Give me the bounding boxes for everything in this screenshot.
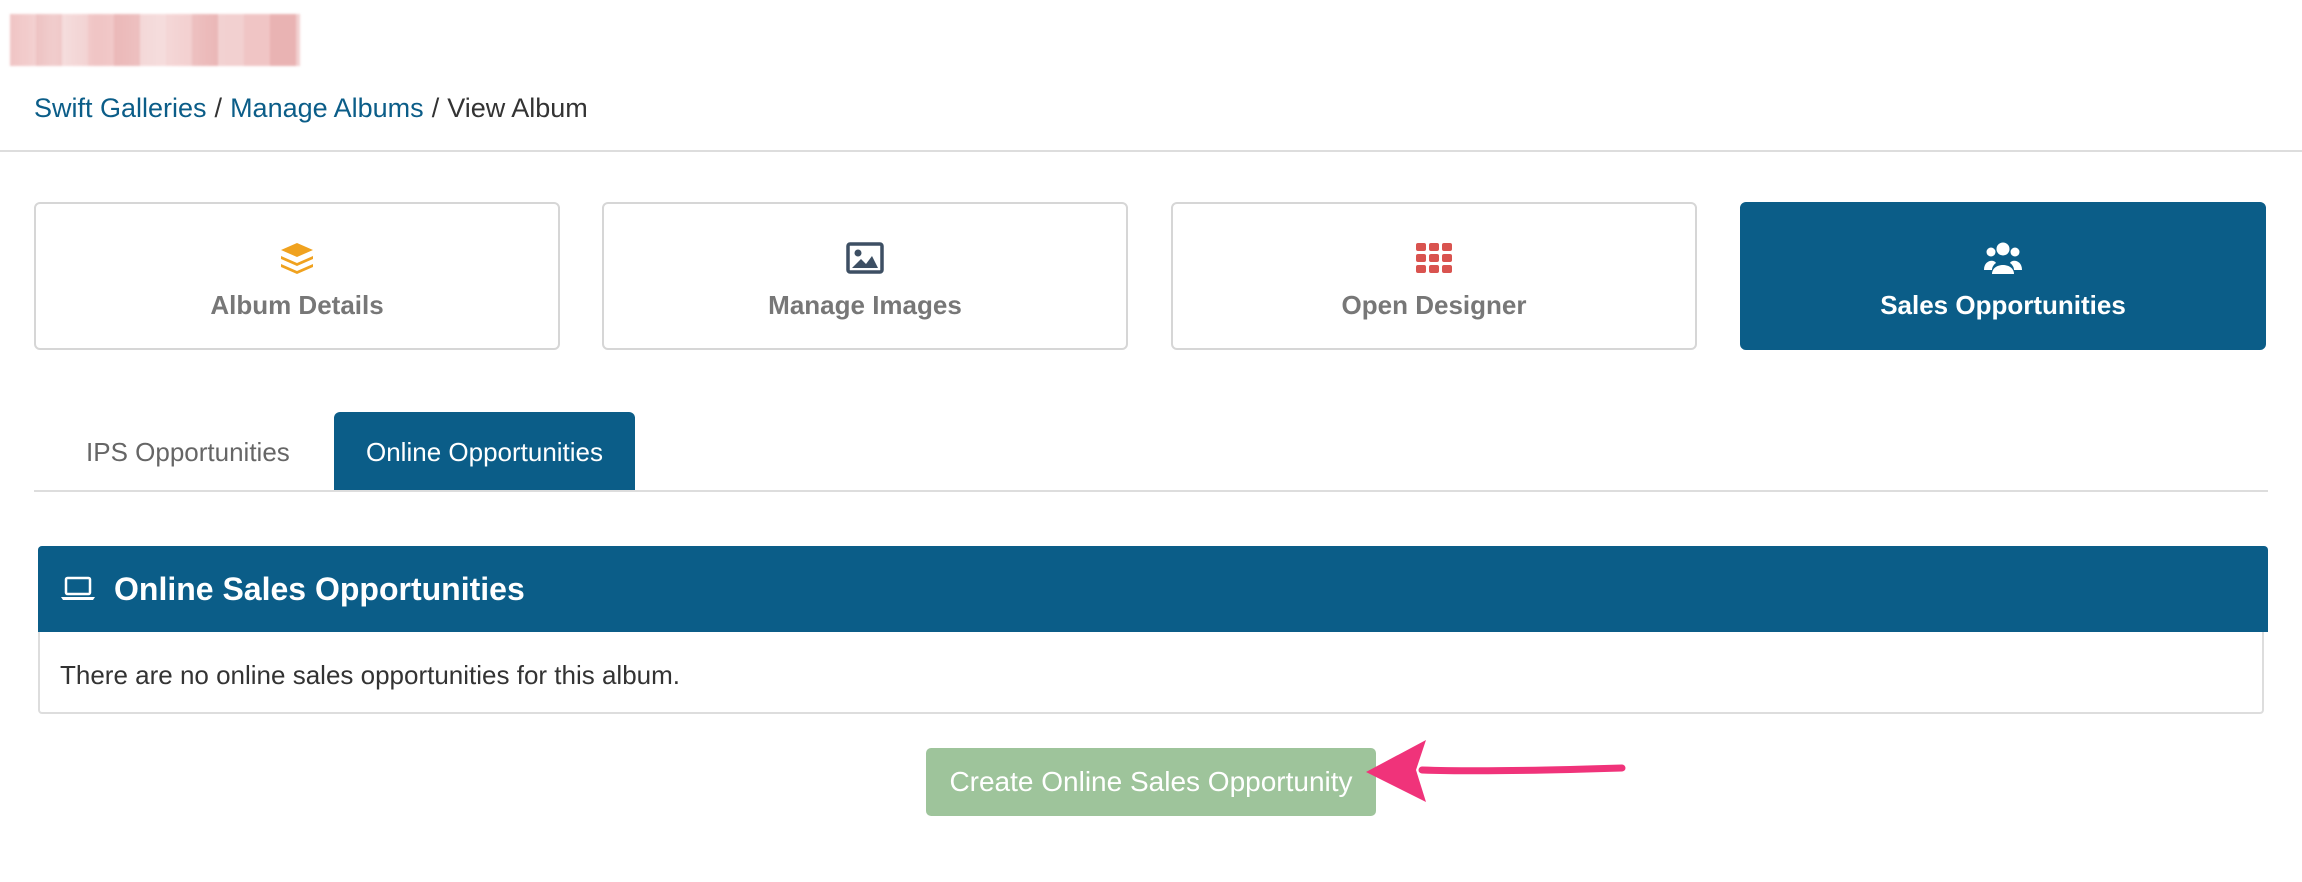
tab-ips-opportunities[interactable]: IPS Opportunities <box>54 412 322 492</box>
open-designer-tile[interactable]: Open Designer <box>1171 202 1697 350</box>
breadcrumb-manage-albums[interactable]: Manage Albums <box>230 93 424 123</box>
opportunity-tabs: IPS Opportunities Online Opportunities <box>34 412 2268 492</box>
breadcrumb-separator: / <box>431 93 440 123</box>
tabs-divider <box>34 490 2268 492</box>
create-online-sales-opportunity-button[interactable]: Create Online Sales Opportunity <box>926 748 1376 816</box>
logo <box>10 14 300 66</box>
open-designer-label: Open Designer <box>1341 290 1527 320</box>
empty-state-message: There are no online sales opportunities … <box>60 660 681 690</box>
arrow-annotation <box>1366 740 1626 802</box>
layers-icon <box>281 243 313 274</box>
grid-icon <box>1416 243 1452 273</box>
breadcrumb-separator: / <box>214 93 223 123</box>
album-details-label: Album Details <box>210 290 384 320</box>
users-icon <box>1984 242 2022 274</box>
manage-images-label: Manage Images <box>768 290 962 320</box>
sales-opportunities-tile[interactable]: Sales Opportunities <box>1740 202 2266 350</box>
tab-online-opportunities[interactable]: Online Opportunities <box>334 412 636 492</box>
sales-opportunities-label: Sales Opportunities <box>1880 290 2126 320</box>
image-icon <box>846 242 884 274</box>
panel-header: Online Sales Opportunities <box>38 546 2268 632</box>
breadcrumb-current: View Album <box>447 93 588 123</box>
manage-images-tile[interactable]: Manage Images <box>602 202 1128 350</box>
breadcrumb: Swift Galleries / Manage Albums / View Album <box>34 93 588 124</box>
header-divider <box>0 150 2302 152</box>
laptop-icon <box>61 576 95 600</box>
panel-title: Online Sales Opportunities <box>114 571 525 607</box>
online-sales-panel: Online Sales Opportunities There are no … <box>38 546 2268 714</box>
album-details-tile[interactable]: Album Details <box>34 202 560 350</box>
breadcrumb-swift-galleries[interactable]: Swift Galleries <box>34 93 207 123</box>
